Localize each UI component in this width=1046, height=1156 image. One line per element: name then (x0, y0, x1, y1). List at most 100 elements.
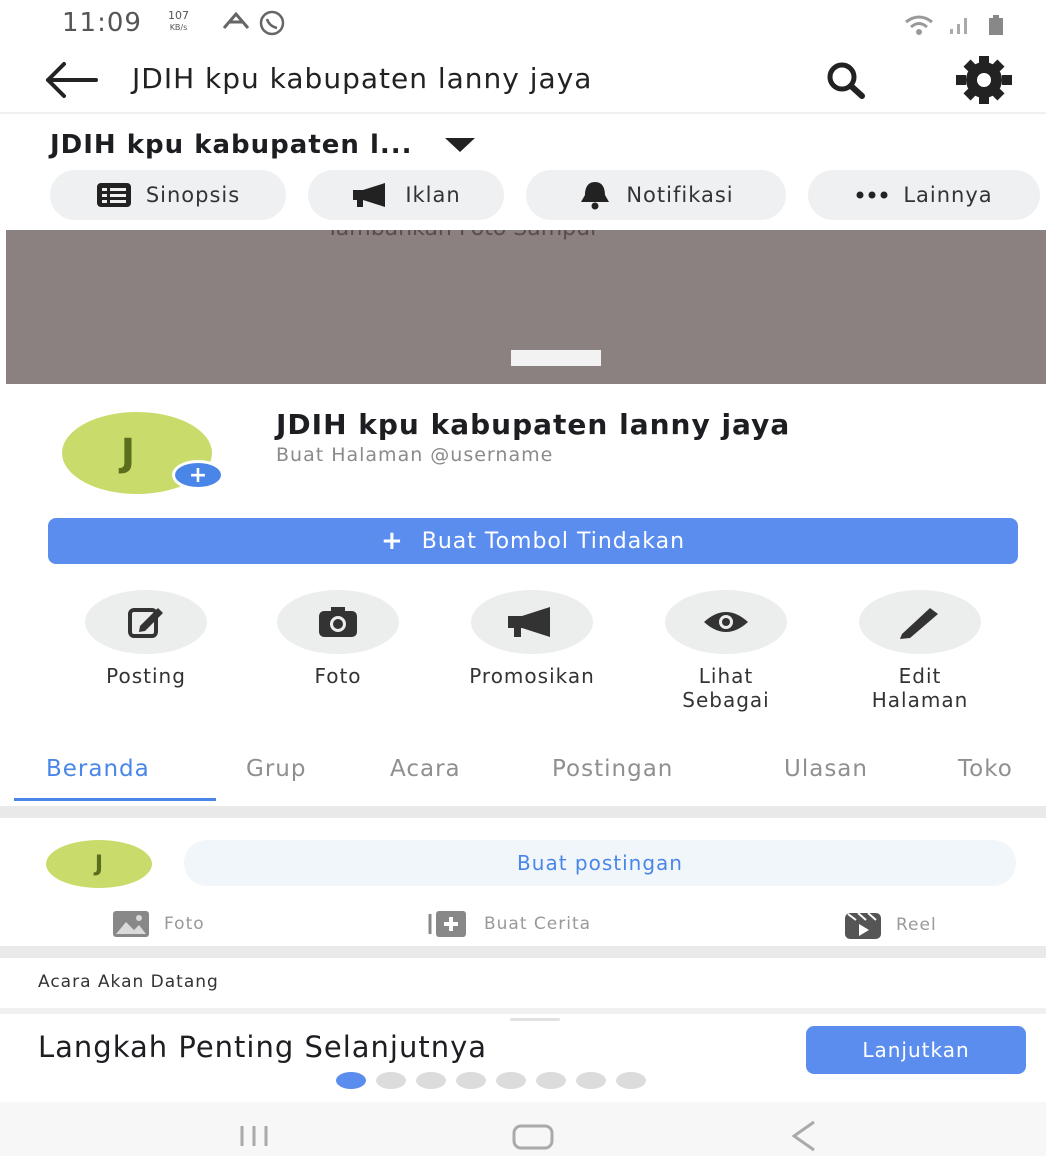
action-promosikan[interactable]: Promosikan (442, 590, 622, 688)
chip-lainnya[interactable]: Lainnya (808, 170, 1040, 220)
composer-avatar: J (46, 840, 152, 888)
create-post-input[interactable]: Buat postingan (184, 840, 1016, 886)
composer-action-label: Reel (896, 915, 937, 935)
carousel-dot[interactable] (576, 1072, 606, 1089)
gear-icon (956, 56, 1012, 104)
chip-label: Sinopsis (145, 183, 241, 207)
carousel-dots (336, 1072, 646, 1089)
action-label: Edit Halaman (871, 664, 969, 712)
story-plus-icon (428, 911, 466, 937)
recent-apps-icon (240, 1126, 268, 1146)
action-icon-wrap (665, 590, 787, 654)
recent-apps-button[interactable] (236, 1124, 272, 1152)
reel-icon (845, 912, 881, 939)
carousel-dot[interactable] (416, 1072, 446, 1089)
status-indicators (904, 14, 1006, 40)
notification-app-icon (222, 10, 250, 36)
megaphone-icon (353, 183, 386, 207)
status-bar: 11:09 107 KB/s (0, 0, 1046, 50)
signal-icon (948, 15, 972, 39)
action-icon-wrap (859, 590, 981, 654)
cover-handle (511, 350, 601, 366)
header-divider (0, 112, 1046, 114)
network-speed-unit: KB/s (169, 23, 188, 32)
carousel-dot[interactable] (376, 1072, 406, 1089)
wifi-icon (904, 14, 934, 40)
profile-name: JDIH kpu kabupaten lanny jaya (276, 408, 791, 441)
chip-sinopsis[interactable]: Sinopsis (50, 170, 286, 220)
composer-action-label: Buat Cerita (484, 914, 592, 934)
network-speed: 107 KB/s (168, 10, 189, 34)
back-chevron-icon (791, 1120, 815, 1152)
carousel-dot[interactable] (536, 1072, 566, 1089)
pencil-icon (900, 608, 938, 639)
upcoming-events-label: Acara Akan Datang (38, 972, 219, 992)
action-view-as[interactable]: Lihat Sebagai (636, 590, 816, 712)
top-app-bar: JDIH kpu kabupaten lanny jaya (0, 52, 1046, 108)
chip-label: Lainnya (903, 183, 993, 207)
cover-hint-text: Tambahkan Foto Sampul (326, 230, 596, 241)
section-divider (0, 946, 1046, 958)
system-nav-bar (0, 1102, 1046, 1156)
megaphone-icon (508, 607, 550, 637)
action-label: Posting (106, 664, 186, 688)
action-edit-page[interactable]: Edit Halaman (830, 590, 1010, 712)
add-profile-photo-button[interactable]: + (172, 460, 224, 490)
tab-ulasan[interactable]: Ulasan (784, 756, 868, 782)
chip-label: Notifikasi (626, 183, 734, 207)
carousel-dot[interactable] (456, 1072, 486, 1089)
system-back-button[interactable] (790, 1120, 818, 1156)
tab-beranda[interactable]: Beranda (46, 756, 150, 782)
camera-icon (319, 607, 357, 637)
action-foto[interactable]: Foto (248, 590, 428, 688)
avatar-initial: J (94, 851, 104, 877)
action-posting[interactable]: Posting (56, 590, 236, 688)
eye-icon (704, 612, 748, 632)
action-label: Lihat Sebagai (682, 664, 770, 712)
action-label: Promosikan (469, 664, 595, 688)
home-button[interactable] (512, 1124, 554, 1154)
create-username-link[interactable]: Buat Halaman @username (276, 444, 553, 466)
tab-postingan[interactable]: Postingan (552, 756, 673, 782)
action-icon-wrap (277, 590, 399, 654)
section-divider (0, 806, 1046, 818)
composer-photo-button[interactable]: Foto (112, 910, 205, 938)
caret-down-icon (444, 138, 475, 152)
chip-notifikasi[interactable]: Notifikasi (526, 170, 786, 220)
tab-grup[interactable]: Grup (246, 756, 306, 782)
edit-square-icon (128, 608, 163, 638)
search-icon (827, 62, 865, 99)
avatar-initial: J (120, 431, 136, 475)
settings-button[interactable] (954, 54, 1014, 106)
tab-acara[interactable]: Acara (390, 756, 461, 782)
plus-icon: + (188, 462, 208, 488)
bell-icon (581, 182, 610, 210)
status-time: 11:09 (62, 8, 142, 38)
tab-toko[interactable]: Toko (958, 756, 1013, 782)
composer-reel-button[interactable]: Reel (844, 910, 937, 940)
back-button[interactable] (40, 58, 100, 102)
create-action-button[interactable]: + Buat Tombol Tindakan (48, 518, 1018, 564)
action-icon-wrap (85, 590, 207, 654)
continue-button[interactable]: Lanjutkan (806, 1026, 1026, 1074)
composer-action-label: Foto (164, 914, 205, 934)
action-icon-wrap (471, 590, 593, 654)
active-tab-indicator (14, 798, 216, 801)
chip-label: Iklan (405, 183, 461, 207)
carousel-dot[interactable] (336, 1072, 366, 1089)
composer-story-button[interactable]: Buat Cerita (426, 910, 591, 938)
carousel-dot[interactable] (496, 1072, 526, 1089)
cover-photo[interactable]: Tambahkan Foto Sampul (6, 230, 1046, 384)
chip-iklan[interactable]: Iklan (308, 170, 504, 220)
action-label: Foto (314, 664, 362, 688)
search-button[interactable] (822, 58, 870, 102)
page-title: JDIH kpu kabupaten lanny jaya (132, 62, 593, 95)
page-tabs: Beranda Grup Acara Postingan Ulasan Toko (0, 752, 1046, 804)
page-switcher[interactable]: JDIH kpu kabupaten l... (50, 130, 477, 160)
page-name-truncated: JDIH kpu kabupaten l... (50, 130, 413, 160)
plus-icon: + (380, 526, 404, 556)
battery-icon (986, 14, 1006, 40)
composer-actions: Foto Buat Cerita Reel (0, 906, 1046, 942)
page-chips: Sinopsis Iklan Notifikasi Lainnya (50, 170, 1046, 222)
carousel-dot[interactable] (616, 1072, 646, 1089)
